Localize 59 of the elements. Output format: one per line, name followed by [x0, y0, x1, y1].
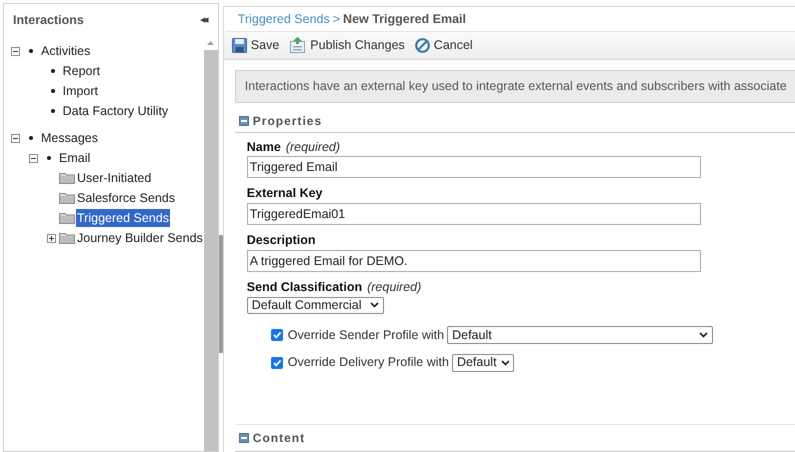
tree-item[interactable]: User-Initiated: [76, 168, 152, 188]
sidebar-title: Interactions: [13, 12, 84, 29]
scrollbar[interactable]: [204, 36, 218, 451]
collapse-button[interactable]: ◂◂: [200, 12, 209, 28]
collapse-icon[interactable]: [10, 46, 20, 56]
info-message: Interactions have an external key used to integrate external events and subscribers with associate: [234, 70, 795, 102]
bullet-icon: [50, 69, 55, 73]
collapse-icon[interactable]: [10, 134, 20, 142]
folder-icon: [59, 212, 75, 224]
input-field[interactable]: Triggered Email: [246, 156, 701, 178]
breadcrumb-current: New Triggered Email: [343, 10, 466, 28]
section-title: Content: [252, 430, 306, 447]
splitter-handle[interactable]: [218, 235, 223, 353]
collapse-icon[interactable]: [28, 154, 38, 162]
scroll-up-icon[interactable]: [207, 41, 214, 45]
cancel-icon: [414, 38, 430, 53]
toolbar-button[interactable]: Publish Changes: [289, 36, 405, 55]
checkbox[interactable]: [270, 356, 283, 369]
dropdown[interactable]: Default: [447, 326, 714, 344]
tree-item[interactable]: Import: [62, 82, 100, 100]
tree-item[interactable]: Salesforce Sends: [76, 188, 176, 208]
input-field[interactable]: TriggeredEmai01: [246, 203, 701, 225]
checkbox[interactable]: [270, 328, 283, 341]
required-note: (required): [367, 278, 422, 296]
field-label: Description: [246, 232, 316, 249]
chevron-down-icon: [699, 332, 708, 338]
dropdown[interactable]: Default Commercial: [246, 296, 384, 314]
chevron-down-icon: [500, 360, 509, 366]
field-label: Name: [246, 138, 281, 156]
toolbar-button[interactable]: Cancel: [414, 36, 473, 55]
bullet-icon: [29, 136, 33, 140]
tree-item[interactable]: Journey Builder Sends: [76, 228, 204, 248]
bullet-icon: [47, 156, 51, 160]
checkbox-label: Override Delivery Profile with: [288, 354, 449, 372]
tree-item[interactable]: Messages: [40, 128, 99, 148]
folder-icon: [59, 232, 75, 244]
tree-item[interactable]: Email: [58, 148, 92, 168]
bullet-icon: [50, 89, 55, 93]
dropdown[interactable]: Default: [452, 354, 514, 372]
monitor-upload-icon: [289, 36, 306, 54]
breadcrumb-link[interactable]: Triggered Sends: [238, 10, 330, 29]
bullet-icon: [29, 49, 33, 53]
tree-item[interactable]: Data Factory Utility: [62, 102, 170, 120]
chevron-down-icon: [370, 302, 379, 308]
folder-icon: [59, 172, 75, 184]
section-title: Properties: [252, 113, 322, 130]
tree-item[interactable]: Activities: [40, 42, 92, 60]
field-label: External Key: [246, 185, 323, 202]
folder-icon: [59, 192, 75, 204]
required-note: (required): [286, 138, 340, 156]
checkbox-label: Override Sender Profile with: [288, 326, 444, 344]
expand-icon[interactable]: [46, 234, 56, 242]
input-field[interactable]: A triggered Email for DEMO.: [246, 250, 701, 272]
tree-item[interactable]: Report: [62, 62, 102, 80]
field-label: Send Classification: [246, 278, 362, 296]
bullet-icon: [50, 109, 55, 113]
breadcrumb-separator: >: [332, 10, 340, 28]
tree-item[interactable]: Triggered Sends: [76, 208, 170, 228]
toolbar-button[interactable]: Save: [232, 36, 280, 55]
